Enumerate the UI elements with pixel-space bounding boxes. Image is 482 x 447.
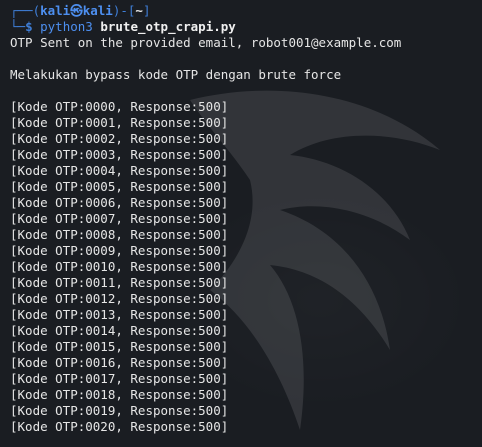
bypass-message: Melakukan bypass kode OTP dengan brute f… bbox=[10, 67, 342, 82]
otp-attempt-line: [Kode OTP:0003, Response:500] bbox=[10, 147, 229, 162]
prompt-at-symbol: ㉿ bbox=[70, 3, 83, 18]
prompt-separator: )-[ bbox=[112, 3, 136, 18]
command-program: python3 bbox=[40, 19, 93, 34]
otp-attempt-line: [Kode OTP:0018, Response:500] bbox=[10, 387, 229, 402]
otp-attempt-line: [Kode OTP:0005, Response:500] bbox=[10, 179, 229, 194]
terminal-window[interactable]: ┌──(kali㉿kali)-[~] └─$ python3 brute_otp… bbox=[0, 0, 482, 447]
otp-attempt-line: [Kode OTP:0008, Response:500] bbox=[10, 227, 229, 242]
otp-attempt-line: [Kode OTP:0000, Response:500] bbox=[10, 99, 229, 114]
otp-attempt-line: [Kode OTP:0013, Response:500] bbox=[10, 307, 229, 322]
otp-attempt-line: [Kode OTP:0020, Response:500] bbox=[10, 419, 229, 434]
otp-attempt-line: [Kode OTP:0014, Response:500] bbox=[10, 323, 229, 338]
prompt-bracket-close: ] bbox=[142, 3, 151, 18]
prompt-cwd: ~ bbox=[135, 3, 143, 18]
prompt-line: ┌──(kali㉿kali)-[~] bbox=[10, 3, 478, 19]
prompt-user: kali bbox=[40, 3, 71, 18]
command-line: └─$ python3 brute_otp_crapi.py bbox=[10, 19, 478, 35]
otp-attempt-line: [Kode OTP:0012, Response:500] bbox=[10, 291, 229, 306]
otp-attempt-line: [Kode OTP:0009, Response:500] bbox=[10, 243, 229, 258]
otp-attempt-line: [Kode OTP:0006, Response:500] bbox=[10, 195, 229, 210]
terminal-output: ┌──(kali㉿kali)-[~] └─$ python3 brute_otp… bbox=[10, 3, 478, 435]
otp-sent-message: OTP Sent on the provided email, robot001… bbox=[10, 35, 402, 50]
prompt-corner: └─ bbox=[10, 19, 26, 34]
otp-attempt-line: [Kode OTP:0010, Response:500] bbox=[10, 259, 229, 274]
otp-attempt-line: [Kode OTP:0015, Response:500] bbox=[10, 339, 229, 354]
otp-attempt-line: [Kode OTP:0019, Response:500] bbox=[10, 403, 229, 418]
otp-attempt-line: [Kode OTP:0007, Response:500] bbox=[10, 211, 229, 226]
otp-attempt-line: [Kode OTP:0011, Response:500] bbox=[10, 275, 229, 290]
otp-attempt-line: [Kode OTP:0001, Response:500] bbox=[10, 115, 229, 130]
otp-attempt-line: [Kode OTP:0002, Response:500] bbox=[10, 131, 229, 146]
otp-attempt-line: [Kode OTP:0004, Response:500] bbox=[10, 163, 229, 178]
otp-attempt-line: [Kode OTP:0016, Response:500] bbox=[10, 355, 229, 370]
otp-attempt-line: [Kode OTP:0017, Response:500] bbox=[10, 371, 229, 386]
command-script: brute_otp_crapi.py bbox=[100, 19, 236, 34]
prompt-bracket-open: ┌──( bbox=[10, 3, 41, 18]
prompt-symbol: $ bbox=[25, 19, 33, 34]
prompt-host: kali bbox=[82, 3, 113, 18]
